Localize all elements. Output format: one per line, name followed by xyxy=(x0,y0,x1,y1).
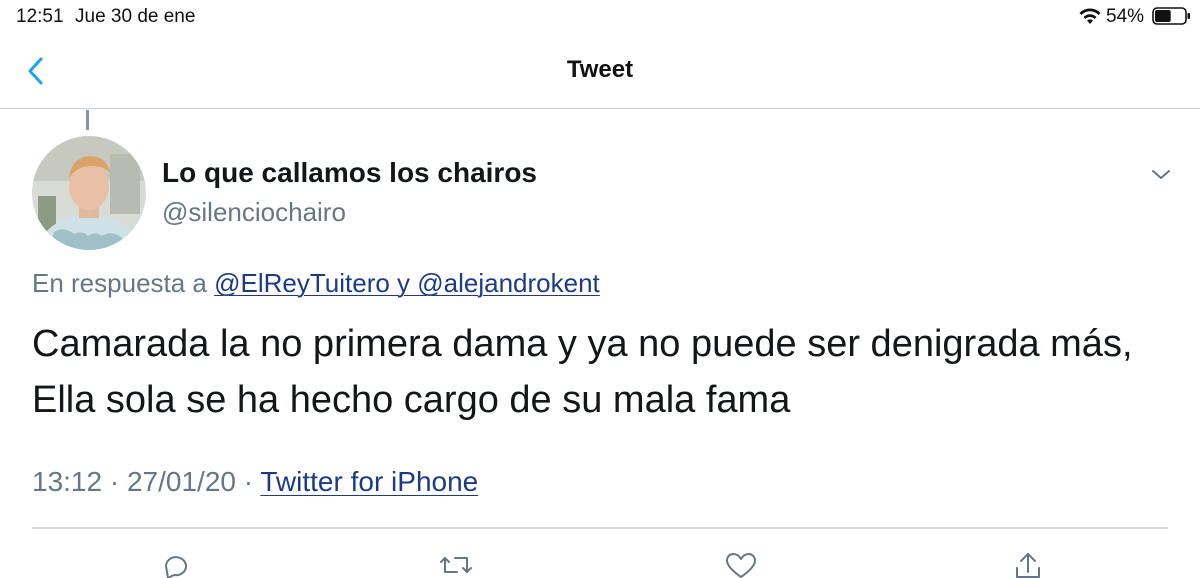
status-time: 12:51 xyxy=(16,6,64,27)
share-icon[interactable] xyxy=(1012,552,1044,578)
like-icon[interactable] xyxy=(725,552,757,578)
status-date: Jue 30 de ene xyxy=(75,6,196,27)
reply-prefix: En respuesta a xyxy=(32,268,207,298)
retweet-icon[interactable] xyxy=(440,552,472,578)
reply-icon[interactable] xyxy=(160,552,192,578)
meta-separator: · xyxy=(243,466,254,497)
meta-separator: · xyxy=(109,466,120,497)
status-bar: 12:51 Jue 30 de ene 54% xyxy=(0,0,1200,32)
avatar[interactable] xyxy=(32,136,146,250)
avatar-image xyxy=(32,136,146,250)
thread-connector-line xyxy=(86,110,89,130)
battery-icon xyxy=(1152,7,1190,25)
author-display-name[interactable]: Lo que callamos los chairos xyxy=(162,157,537,189)
tweet-source-link[interactable]: Twitter for iPhone xyxy=(260,466,478,497)
tweet-date: 27/01/20 xyxy=(126,466,236,497)
battery-percentage: 54% xyxy=(1106,6,1145,27)
reply-context: En respuesta a @ElReyTuitero y @alejandr… xyxy=(32,268,600,299)
chevron-down-icon[interactable] xyxy=(1150,164,1172,184)
tweet-meta: 13:12 · 27/01/20 · Twitter for iPhone xyxy=(32,466,478,498)
tweet-text: Camarada la no primera dama y ya no pued… xyxy=(32,316,1192,428)
divider xyxy=(32,527,1168,529)
reply-mentions-link[interactable]: @ElReyTuitero y @alejandrokent xyxy=(214,268,600,298)
tweet-text-line-2: Ella sola se ha hecho cargo de su mala f… xyxy=(32,379,791,421)
page-title: Tweet xyxy=(566,56,634,83)
author-handle[interactable]: @silenciochairo xyxy=(162,197,346,228)
tweet-time: 13:12 xyxy=(32,466,103,497)
navigation-bar: Tweet xyxy=(0,32,1200,109)
tweet-text-line-1: Camarada la no primera dama y ya no pued… xyxy=(32,323,1133,365)
wifi-icon xyxy=(1079,8,1101,24)
